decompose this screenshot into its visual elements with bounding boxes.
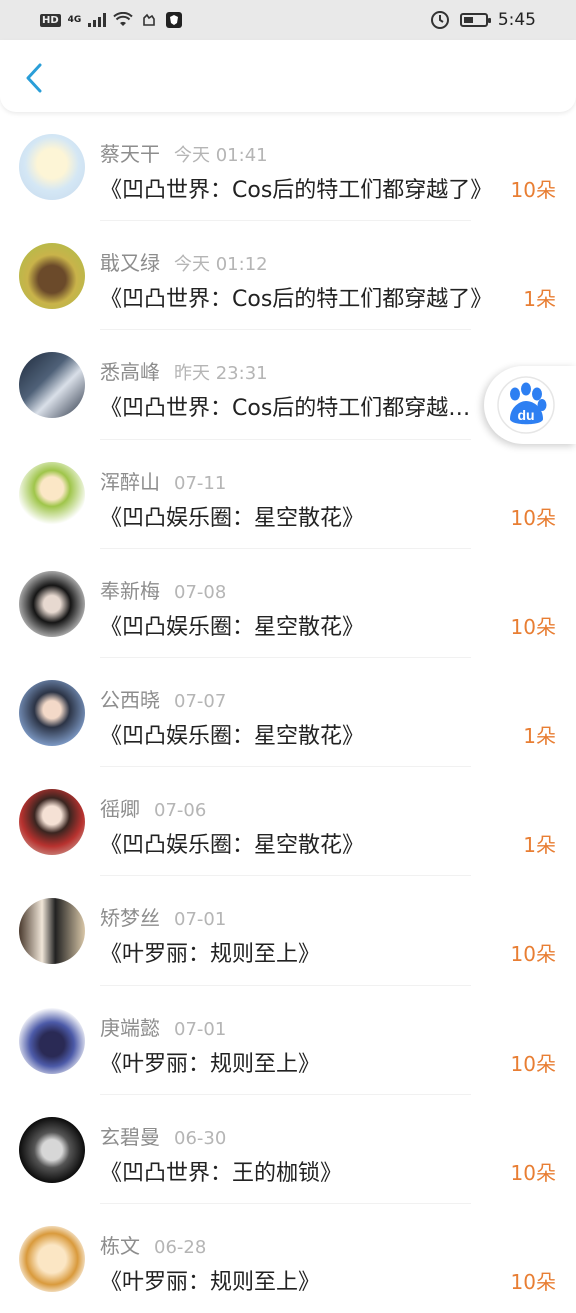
user-name: 蔡天干 <box>100 142 160 166</box>
chevron-left-icon <box>26 63 42 93</box>
list-item[interactable]: 玄碧曼 06-30 《凹凸世界：王的枷锁》 10朵 <box>0 1095 576 1204</box>
avatar <box>19 352 85 419</box>
avatar <box>19 898 85 965</box>
user-name: 矫梦丝 <box>100 906 160 931</box>
item-amount: 10朵 <box>510 505 556 530</box>
item-amount: 10朵 <box>510 614 556 639</box>
item-name-line: 浑醉山 07-11 <box>100 466 226 495</box>
item-title: 《凹凸世界：Cos后的特工们都穿越了》 <box>100 396 485 422</box>
user-name: 悉高峰 <box>100 360 160 385</box>
user-name: 庚端懿 <box>100 1015 160 1040</box>
item-name-line: 蔡天干 今天 01:41 <box>100 138 268 167</box>
status-bar: HD 4G 5:45 <box>0 0 576 40</box>
item-time: 今天 01:12 <box>174 254 268 276</box>
back-button[interactable] <box>16 60 52 96</box>
item-name-line: 奉新梅 07-08 <box>100 575 226 604</box>
item-time: 06-30 <box>174 1127 227 1149</box>
item-amount: 10朵 <box>510 178 556 202</box>
user-name: 奉新梅 <box>100 578 160 603</box>
item-title: 《凹凸娱乐圈：星空散花》 <box>100 614 365 640</box>
avatar <box>19 1116 85 1183</box>
item-time: 昨天 23:31 <box>174 363 268 385</box>
svg-text:du: du <box>517 407 534 423</box>
status-bar-left: HD 4G <box>40 11 183 29</box>
item-title: 《凹凸世界：王的枷锁》 <box>100 1160 343 1186</box>
item-name-line: 栋文 06-28 <box>100 1230 206 1259</box>
battery-icon <box>459 13 491 27</box>
status-bar-right: 5:45 <box>430 10 536 30</box>
item-title: 《叶罗丽：规则至上》 <box>100 1051 321 1077</box>
wifi-icon <box>113 12 134 26</box>
item-name-line: 戢又绿 今天 01:12 <box>100 247 268 276</box>
list-item[interactable]: 徭卿 07-06 《凹凸娱乐圈：星空散花》 1朵 <box>0 767 576 877</box>
item-time: 07-01 <box>174 1018 227 1040</box>
item-amount: 10朵 <box>510 942 556 967</box>
user-name: 徭卿 <box>100 797 140 822</box>
item-time: 07-01 <box>174 909 227 931</box>
list-item[interactable]: 矫梦丝 07-01 《叶罗丽：规则至上》 10朵 <box>0 876 576 986</box>
item-title: 《凹凸娱乐圈：星空散花》 <box>100 723 365 749</box>
cloud-icon <box>143 13 156 26</box>
network-type: 4G <box>67 14 82 25</box>
item-time: 07-07 <box>174 690 227 712</box>
hd-indicator: HD <box>40 13 61 27</box>
shield-notification-icon <box>166 12 183 28</box>
user-name: 浑醉山 <box>100 469 160 494</box>
avatar <box>19 1007 85 1074</box>
item-amount: 10朵 <box>510 1160 556 1185</box>
item-time: 06-28 <box>154 1236 207 1258</box>
item-amount: 10朵 <box>510 1051 556 1076</box>
item-time: 07-08 <box>174 581 227 603</box>
item-name-line: 玄碧曼 06-30 <box>100 1121 226 1150</box>
user-name: 公西晓 <box>100 687 160 712</box>
item-name-line: 悉高峰 昨天 23:31 <box>100 356 268 385</box>
user-name: 戢又绿 <box>100 251 160 276</box>
item-time: 07-11 <box>174 472 227 494</box>
item-title: 《凹凸世界：Cos后的特工们都穿越了》 <box>100 287 493 313</box>
list-item[interactable]: 蔡天干 今天 01:41 《凹凸世界：Cos后的特工们都穿越了》 10朵 <box>0 112 576 222</box>
avatar <box>19 134 85 200</box>
reward-list: 蔡天干 今天 01:41 《凹凸世界：Cos后的特工们都穿越了》 10朵 戢又绿今… <box>0 112 576 1313</box>
item-title: 《凹凸世界：Cos后的特工们都穿越了》 <box>100 178 493 203</box>
list-item[interactable]: 庚端懿 07-01 《叶罗丽：规则至上》 10朵 <box>0 986 576 1095</box>
list-item[interactable]: 奉新梅 07-08 《凹凸娱乐圈：星空散花》 10朵 <box>0 549 576 658</box>
item-title: 《叶罗丽：规则至上》 <box>100 942 321 968</box>
item-name-line: 公西晓 07-07 <box>100 684 226 713</box>
item-name-line: 庚端懿 07-01 <box>100 1012 226 1041</box>
list-item[interactable]: 戢又绿 今天 01:12 《凹凸世界：Cos后的特工们都穿越了》 1朵 <box>0 221 576 331</box>
item-amount: 10朵 <box>510 1269 556 1294</box>
item-amount: 1朵 <box>523 723 556 748</box>
status-time: 5:45 <box>497 10 536 30</box>
avatar <box>19 461 85 528</box>
list-item[interactable]: 浑醉山 07-11 《凹凸娱乐圈：星空散花》 10朵 <box>0 440 576 549</box>
item-amount: 1朵 <box>523 287 556 312</box>
alarm-icon <box>430 11 449 29</box>
signal-icon <box>88 13 107 27</box>
list-item[interactable]: 栋文 06-28 《叶罗丽：规则至上》 10朵 <box>0 1204 576 1313</box>
baidu-paw-icon: du <box>497 376 555 434</box>
user-name: 栋文 <box>100 1233 140 1258</box>
avatar <box>19 1225 85 1292</box>
list-item[interactable]: 公西晓 07-07 《凹凸娱乐圈：星空散花》 1朵 <box>0 658 576 768</box>
avatar <box>19 679 85 746</box>
user-name: 玄碧曼 <box>100 1124 160 1149</box>
item-name-line: 徭卿 07-06 <box>100 793 206 822</box>
item-name-line: 矫梦丝 07-01 <box>100 902 226 931</box>
item-title: 《凹凸娱乐圈：星空散花》 <box>100 833 365 859</box>
item-amount: 1朵 <box>523 833 556 858</box>
avatar <box>19 789 85 856</box>
item-time: 今天 01:41 <box>174 145 268 166</box>
avatar <box>19 243 85 310</box>
avatar <box>19 570 85 637</box>
baidu-float-button[interactable]: du <box>484 366 576 444</box>
item-title: 《凹凸娱乐圈：星空散花》 <box>100 505 365 531</box>
item-time: 07-06 <box>154 800 207 822</box>
top-bar <box>0 40 576 112</box>
